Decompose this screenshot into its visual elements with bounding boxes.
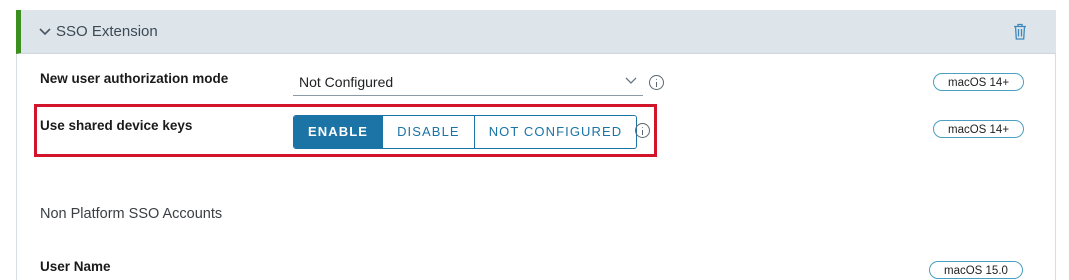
- caret-down-icon[interactable]: [625, 74, 637, 86]
- non-platform-heading: Non Platform SSO Accounts: [40, 206, 223, 222]
- info-icon[interactable]: [649, 75, 664, 90]
- section-header-sso-extension[interactable]: SSO Extension: [16, 10, 1056, 54]
- os-version-badge: macOS 14+: [933, 73, 1025, 91]
- auth-mode-value: Not Configured: [299, 74, 394, 90]
- trash-icon[interactable]: [1012, 23, 1028, 40]
- auth-mode-label: New user authorization mode: [40, 71, 229, 86]
- os-version-badge: macOS 14+: [933, 120, 1025, 138]
- chevron-down-icon[interactable]: [38, 24, 52, 38]
- os-version-badge: macOS 15.0: [929, 261, 1023, 279]
- section-title: SSO Extension: [56, 23, 158, 40]
- auth-mode-select[interactable]: Not Configured: [293, 68, 643, 96]
- highlight-box: [34, 104, 657, 157]
- user-name-label: User Name: [40, 259, 111, 274]
